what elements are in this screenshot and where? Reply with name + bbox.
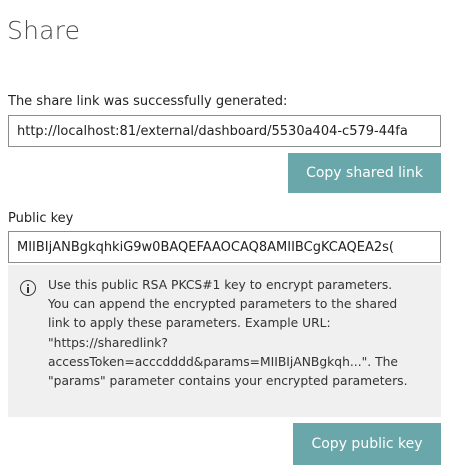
info-line: You can append the encrypted parameters … [48, 297, 398, 312]
copy-shared-link-button[interactable]: Copy shared link [288, 153, 441, 193]
info-line: Use this public RSA PKCS#1 key to encryp… [48, 278, 393, 292]
info-message: Use this public RSA PKCS#1 key to encryp… [48, 276, 432, 391]
info-line: accessToken=acccdddd&params=MIIBIjANBgkq… [48, 354, 398, 369]
success-message: The share link was successfully generate… [8, 94, 288, 109]
info-line: "https://sharedlink? [48, 335, 168, 350]
public-key-label: Public key [8, 211, 74, 226]
copy-public-key-button[interactable]: Copy public key [293, 423, 441, 465]
info-line: link to apply these parameters. Example … [48, 316, 331, 331]
info-box: Use this public RSA PKCS#1 key to encryp… [8, 265, 441, 417]
page-title: Share [7, 16, 81, 45]
info-icon [20, 280, 36, 296]
info-line: "params" parameter contains your encrypt… [48, 374, 408, 389]
share-link-field[interactable] [8, 115, 441, 147]
public-key-field[interactable] [8, 231, 441, 263]
